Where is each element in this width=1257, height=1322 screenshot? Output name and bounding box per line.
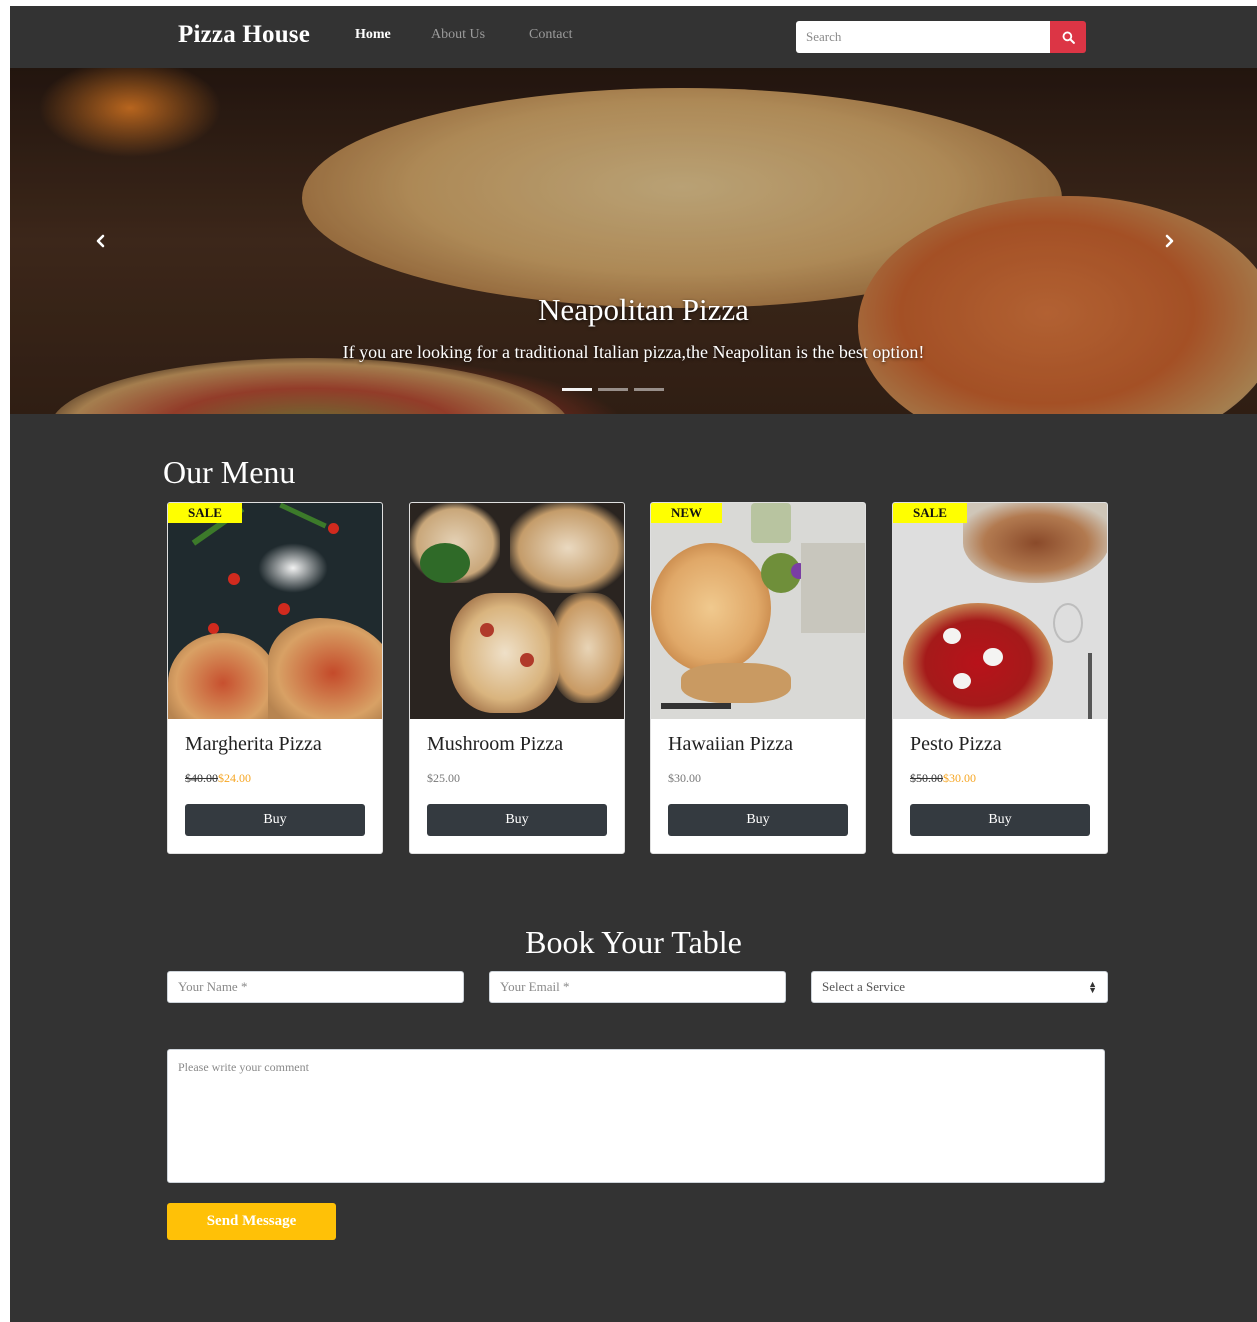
pizza-image [168,503,382,719]
pizza-name: Hawaiian Pizza [668,733,793,755]
sale-price: $30.00 [943,771,976,785]
pizza-price: $30.00 [668,771,701,786]
chevron-right-icon [1165,234,1174,248]
pizza-price: $50.00$30.00 [910,771,976,786]
search-icon [1062,31,1075,44]
old-price: $40.00 [185,771,218,785]
hero-carousel: Neapolitan Pizza If you are looking for … [10,68,1257,414]
slide-title: Neapolitan Pizza [538,292,749,327]
service-select[interactable]: Select a Service ▲ ▼ [811,971,1108,1003]
carousel-next-button[interactable] [1154,226,1184,256]
carousel-indicator[interactable] [598,388,628,391]
service-select-value: Select a Service [822,979,906,994]
carousel-indicator[interactable] [562,388,592,391]
pizza-price: $40.00$24.00 [185,771,251,786]
menu-card: NEW Hawaiian Pizza $30.00 Buy [650,502,866,854]
search-form [796,21,1086,53]
sale-price: $24.00 [218,771,251,785]
navbar: Pizza House Home About Us Contact [10,6,1257,68]
buy-button[interactable]: Buy [668,804,848,836]
select-arrows-icon: ▲ ▼ [1088,979,1097,995]
buy-button[interactable]: Buy [427,804,607,836]
carousel-indicators [562,388,664,391]
pizza-name: Pesto Pizza [910,733,1002,755]
page: Pizza House Home About Us Contact Search… [10,6,1257,1322]
carousel-indicator[interactable] [634,388,664,391]
pizza-image [651,503,865,719]
email-field[interactable] [489,971,786,1003]
send-message-button[interactable]: Send Message [167,1203,336,1240]
search-button[interactable] [1050,21,1086,53]
nav-link-contact[interactable]: Contact [529,27,573,43]
pizza-image [410,503,624,719]
buy-button[interactable]: Buy [185,804,365,836]
carousel-caption: Neapolitan Pizza If you are looking for … [10,292,1257,363]
sale-badge: SALE [893,503,967,523]
slide-description: If you are looking for a traditional Ita… [342,342,925,362]
new-badge: NEW [651,503,723,523]
price: $30.00 [668,771,701,785]
search-input[interactable] [796,21,1050,53]
pizza-image [893,503,1107,719]
name-field[interactable] [167,971,464,1003]
brand-logo[interactable]: Pizza House [178,21,310,49]
comment-field[interactable] [167,1049,1105,1183]
sale-badge: SALE [168,503,242,523]
carousel-prev-button[interactable] [86,226,116,256]
old-price: $50.00 [910,771,943,785]
menu-card: SALE Pesto Pizza $50.00$30.00 Buy [892,502,1108,854]
pizza-name: Mushroom Pizza [427,733,564,755]
menu-section-title: Our Menu [163,454,296,490]
chevron-left-icon [96,234,105,248]
nav-link-home[interactable]: Home [355,27,391,43]
booking-section-title: Book Your Table [525,924,742,960]
menu-card: Mushroom Pizza $25.00 Buy [409,502,625,854]
buy-button[interactable]: Buy [910,804,1090,836]
pizza-price: $25.00 [427,771,460,786]
menu-card: SALE Margherita Pizza $40.00$24.00 Buy [167,502,383,854]
price: $25.00 [427,771,460,785]
pizza-name: Margherita Pizza [185,733,322,755]
nav-link-about-us[interactable]: About Us [431,27,485,43]
